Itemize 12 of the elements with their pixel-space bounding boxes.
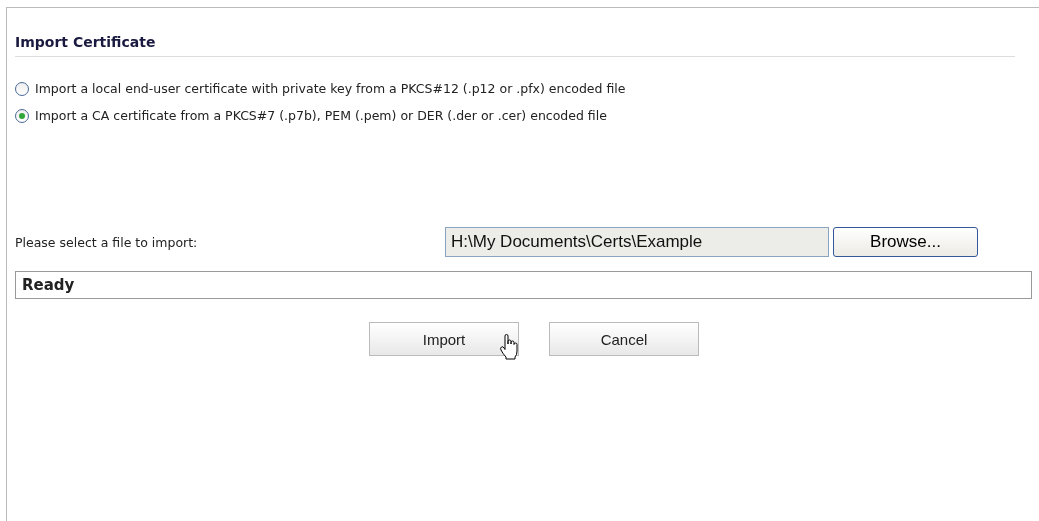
option-label: Import a CA certificate from a PKCS#7 (.p7b), PEM (.pem) or DER (.der or .cer) encoded file [35, 108, 607, 123]
radio-button[interactable] [15, 108, 29, 123]
hand-cursor-icon [499, 334, 519, 360]
browse-button[interactable]: Browse... [833, 227, 978, 257]
section-title: Import Certificate [15, 34, 1015, 57]
file-path-field[interactable]: H:\My Documents\Certs\Example [445, 227, 829, 257]
option-label: Import a local end-user certificate with private key from a PKCS#12 (.p12 or .pfx) encoded file [35, 81, 626, 96]
file-label: Please select a file to import: [15, 234, 199, 250]
status-box: Ready [15, 271, 1032, 299]
dialog-button[interactable]: Cancel [549, 322, 699, 356]
dialog-button[interactable]: Import [369, 322, 519, 356]
radio-button[interactable] [15, 81, 29, 96]
